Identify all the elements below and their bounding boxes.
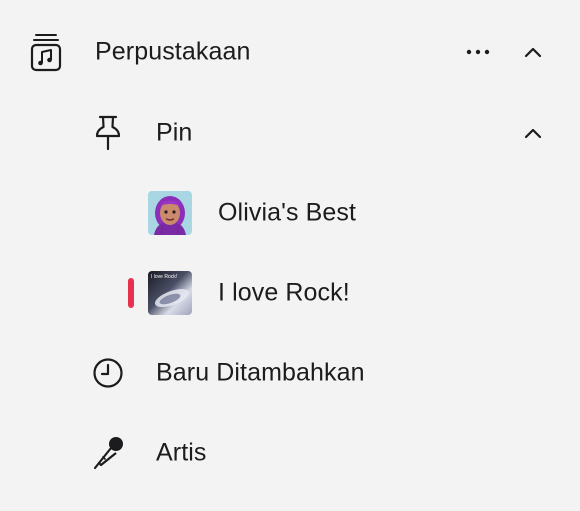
pin-icon: [94, 114, 122, 152]
avatar-artwork: [148, 191, 192, 235]
active-indicator: [128, 278, 134, 308]
sidebar-library-panel: Perpustakaan Pin Olivia's Best I love Ro…: [0, 0, 580, 511]
pinned-playlist-item[interactable]: Olivia's Best: [0, 173, 580, 253]
sidebar-item-artists-label: Artis: [156, 438, 207, 467]
pinned-playlist-label: I love Rock!: [218, 278, 350, 307]
sidebar-item-pinned-label: Pin: [156, 118, 193, 147]
sidebar-item-library-label: Perpustakaan: [95, 37, 251, 66]
chevron-up-icon[interactable]: [521, 121, 545, 145]
sidebar-item-library[interactable]: Perpustakaan: [0, 12, 580, 92]
clock-icon: [92, 357, 124, 389]
sidebar-item-artists[interactable]: Artis: [0, 413, 580, 493]
microphone-icon: [92, 435, 126, 471]
sidebar-item-recently-added[interactable]: Baru Ditambahkan: [0, 333, 580, 413]
more-icon[interactable]: [463, 40, 493, 64]
sidebar-item-recently-added-label: Baru Ditambahkan: [156, 358, 365, 387]
sidebar-item-pinned[interactable]: Pin: [0, 93, 580, 173]
artwork-caption: I love Rock!: [151, 274, 178, 280]
pinned-playlist-item-active[interactable]: I love Rock! I love Rock!: [0, 253, 580, 333]
chevron-up-icon[interactable]: [521, 40, 545, 64]
pinned-playlist-label: Olivia's Best: [218, 198, 357, 227]
music-library-icon: [30, 32, 62, 72]
rock-playlist-artwork: I love Rock!: [148, 271, 192, 315]
